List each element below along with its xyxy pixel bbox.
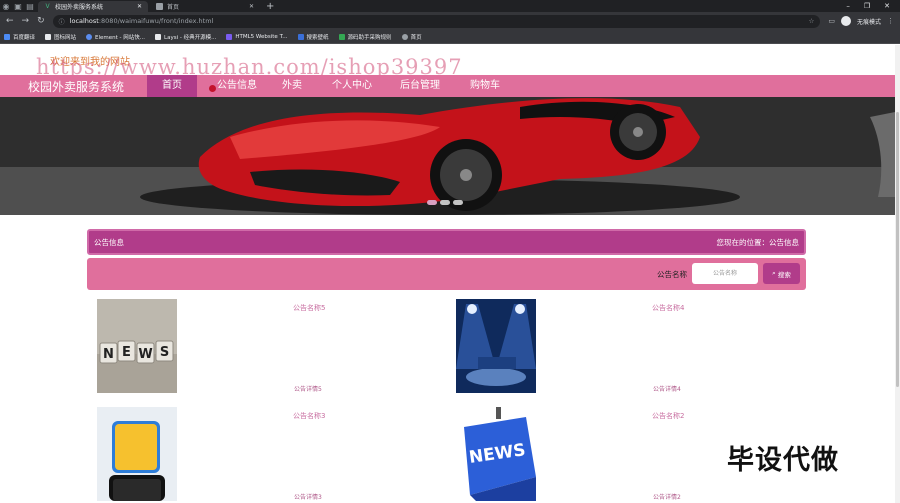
notice-card[interactable]: NEWS 公告名称2 公告详情2 [456,407,746,503]
nav-home[interactable]: 首页 [147,75,197,97]
notice-title[interactable]: 公告名称5 [293,303,325,313]
carousel-dot[interactable] [440,200,450,205]
extension-icon[interactable]: ▣ [12,1,24,12]
url-path: :8080/waimaifuwu/front/index.html [98,17,214,25]
news-key-image[interactable]: NEWS [456,407,536,501]
tab-title: 首页 [167,4,180,11]
tab-group-icon[interactable]: ▤ [24,1,36,12]
profile-avatar[interactable] [840,16,851,26]
tab-title: 校园外卖服务系统 [55,4,104,11]
notice-detail[interactable]: 公告详情2 [653,492,681,501]
notice-card[interactable]: 公告名称4 公告详情4 [456,299,746,397]
carousel-dot[interactable] [453,200,463,205]
overlay-slogan: 毕设代做 [727,445,839,476]
notice-title[interactable]: 公告名称3 [293,411,325,421]
search-label: 公告名称 [657,270,687,279]
nav-profile[interactable]: 个人中心 [327,75,377,97]
section-title: 公告信息 [94,238,124,247]
notice-detail[interactable]: 公告详情5 [294,384,322,393]
bookmark-item[interactable]: Laysi - 经典开源模... [155,33,216,41]
reload-icon[interactable]: ↻ [37,16,45,26]
site-title: 校园外卖服务系统 [28,80,125,94]
bookmark-item[interactable]: Element - 网站快... [86,33,145,41]
hero-carousel[interactable] [0,97,895,215]
bookmark-item[interactable]: 源码助手采购规则 [338,33,392,41]
back-icon[interactable]: ← [6,16,14,26]
bookmark-item[interactable]: 搜索壁纸 [297,33,329,41]
notice-detail[interactable]: 公告详情3 [294,492,322,501]
notice-card[interactable]: N E W S 公告名称5 公告详情5 [97,299,387,397]
url-input[interactable]: ⓘ localhost:8080/waimaifuwu/front/index.… [52,14,821,28]
bookmark-item[interactable]: 百度翻译 [4,33,35,41]
search-icon: ⌕ [772,269,776,277]
search-bar: 公告名称 ⌕ 搜索 [87,258,806,290]
news-spotlight-image[interactable] [456,299,536,393]
red-car-image [0,97,895,215]
browser-tab-strip: ◉ ▣ ▤ V 校园外卖服务系统 ✕ 首页 ✕ + – ❐ ✕ [0,0,900,12]
tab-system[interactable]: V 校园外卖服务系统 ✕ [38,1,148,12]
close-tab-icon[interactable]: ✕ [137,3,142,10]
search-button[interactable]: ⌕ 搜索 [763,263,800,284]
current-position: 您现在的位置：公告信息 [716,238,800,247]
minimize-icon[interactable]: – [846,1,850,12]
carousel-dot[interactable] [427,200,437,205]
info-icon[interactable]: ⓘ [59,17,65,26]
notice-card[interactable]: 公告名称3 公告详情3 [97,407,387,503]
svg-text:S: S [160,345,169,360]
menu-icon[interactable]: ⋮ [887,17,894,25]
mouse-cursor [209,85,216,92]
url-host: localhost [69,17,99,25]
nav-takeout[interactable]: 外卖 [270,75,314,97]
bookmark-item[interactable]: 图标网站 [45,33,76,41]
notice-title[interactable]: 公告名称2 [652,411,684,421]
notice-detail[interactable]: 公告详情4 [653,384,681,393]
close-tab-icon[interactable]: ✕ [249,3,254,10]
svg-text:N: N [103,347,114,362]
news-blocks-image[interactable]: N E W S [97,299,177,393]
tab-home[interactable]: 首页 ✕ [150,1,260,12]
bookmark-item[interactable]: 首页 [401,33,422,41]
nav-admin[interactable]: 后台管理 [395,75,445,97]
new-tab-icon[interactable]: + [266,1,274,12]
bookmark-star-icon[interactable]: ☆ [809,17,815,25]
svg-text:W: W [138,347,152,362]
profile-label[interactable]: 无痕模式 [857,17,881,26]
cast-icon[interactable]: ▭ [828,17,835,25]
breadcrumb: 公告信息 您现在的位置：公告信息 [87,229,806,255]
scrollbar-thumb[interactable] [896,112,899,387]
notice-title[interactable]: 公告名称4 [652,303,684,313]
main-nav: 校园外卖服务系统 首页 公告信息 外卖 个人中心 后台管理 购物车 [0,75,895,97]
restore-icon[interactable]: ❐ [864,1,870,12]
address-bar: ← → ↻ ⓘ localhost:8080/waimaifuwu/front/… [0,12,900,30]
close-window-icon[interactable]: ✕ [884,1,890,12]
vue-favicon-icon: V [45,3,50,10]
globe-favicon-icon [156,3,163,10]
tab-search-icon[interactable]: ◉ [0,1,12,12]
nav-cart[interactable]: 购物车 [463,75,507,97]
search-button-label: 搜索 [777,270,791,279]
carousel-dots [427,200,463,205]
bookmark-item[interactable]: HTML5 Website T... [226,33,288,40]
page-viewport: 欢迎来到我的网站 https://www.huzhan.com/ishop393… [0,45,895,503]
search-input[interactable] [692,263,758,284]
forward-icon[interactable]: → [22,16,30,26]
bookmarks-bar: 百度翻译 图标网站 Element - 网站快... Laysi - 经典开源模… [0,30,900,44]
svg-text:E: E [122,345,131,360]
nav-notices[interactable]: 公告信息 [207,75,267,97]
breaking-news-phone-image[interactable] [97,407,177,501]
